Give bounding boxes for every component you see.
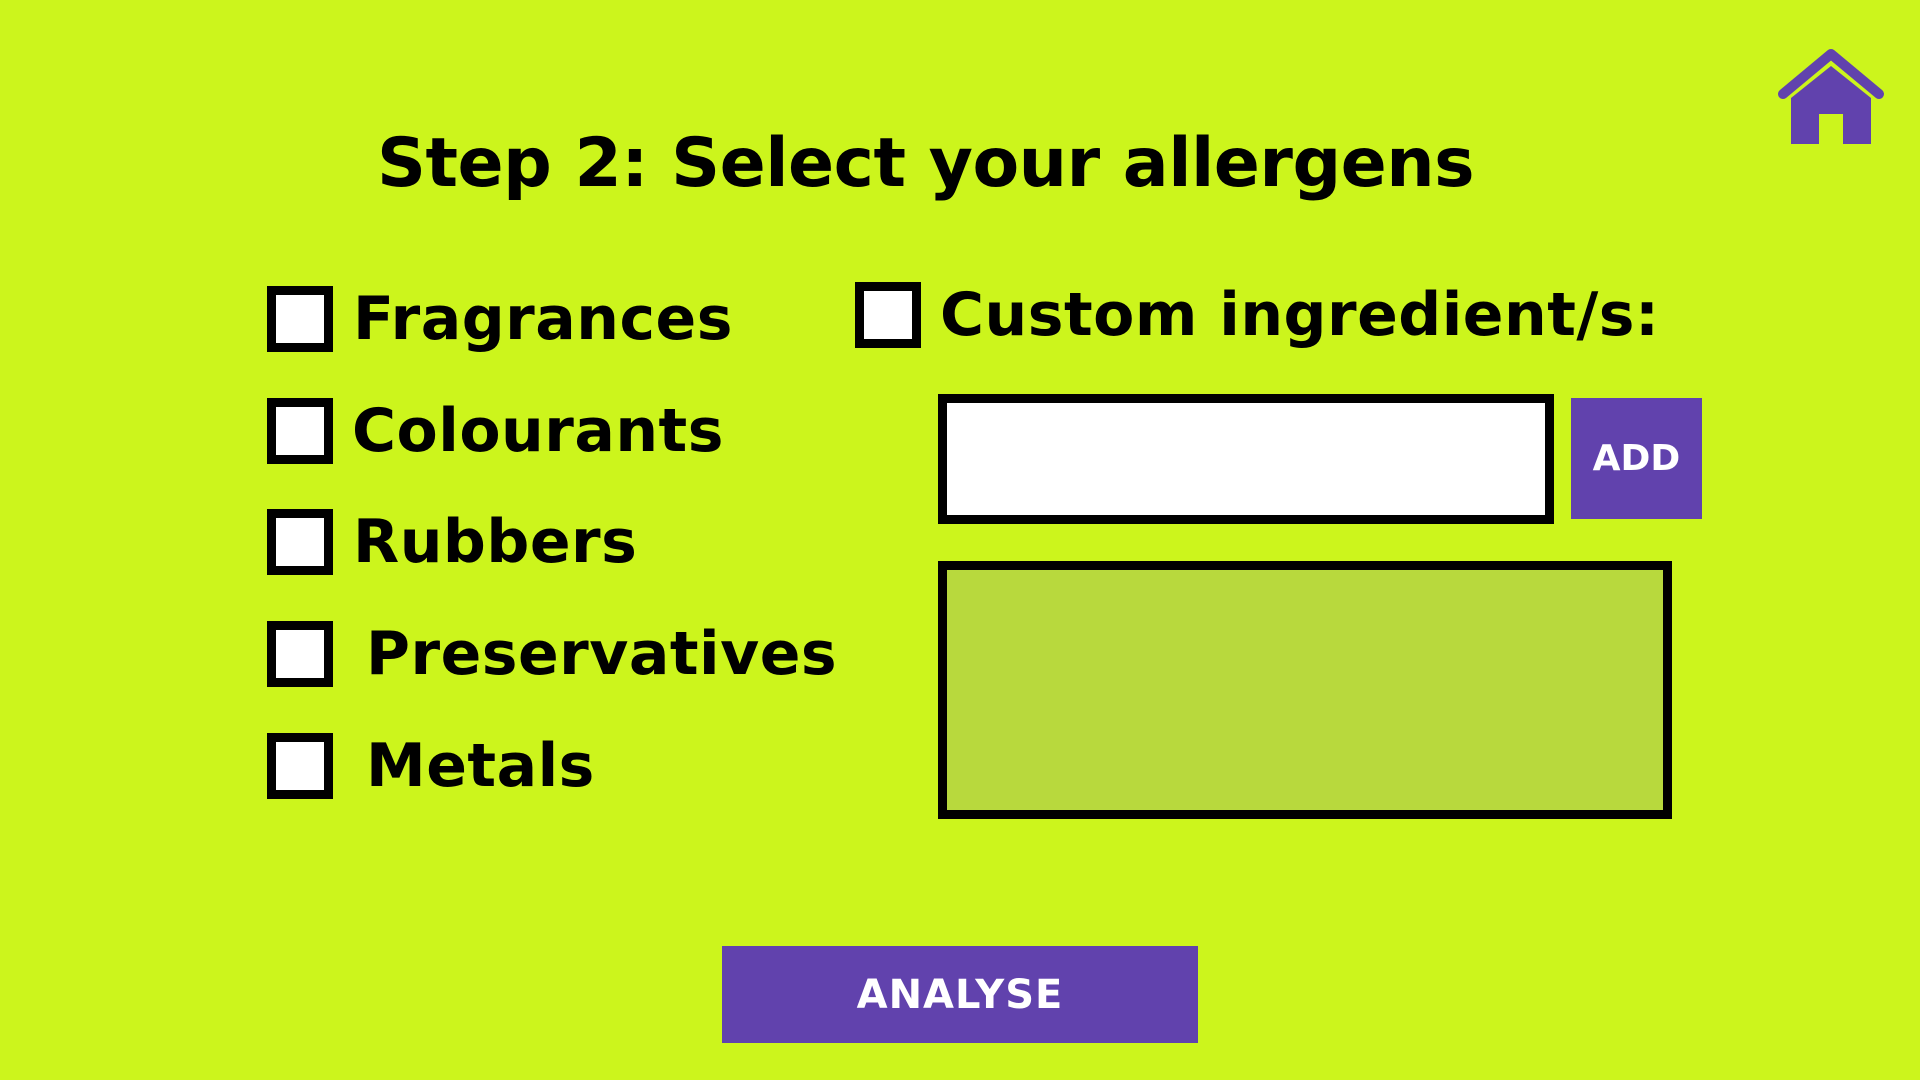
- home-icon: [1778, 49, 1884, 144]
- colourants-checkbox[interactable]: [267, 398, 333, 464]
- custom-ingredient-option[interactable]: Custom ingredient/s:: [855, 282, 1660, 348]
- preservatives-checkbox[interactable]: [267, 621, 333, 687]
- custom-ingredient-checkbox[interactable]: [855, 282, 921, 348]
- allergen-option-colourants[interactable]: Colourants: [267, 398, 724, 464]
- home-button[interactable]: [1777, 48, 1885, 148]
- metals-label: Metals: [366, 731, 595, 801]
- allergen-selection-screen: Step 2: Select your allergens Fragrances…: [0, 0, 1920, 1080]
- allergen-option-metals[interactable]: Metals: [267, 733, 595, 799]
- custom-ingredient-label: Custom ingredient/s:: [940, 280, 1660, 350]
- custom-ingredient-list[interactable]: [938, 561, 1672, 819]
- allergen-option-fragrances[interactable]: Fragrances: [267, 286, 733, 352]
- fragrances-label: Fragrances: [353, 284, 733, 354]
- add-button[interactable]: ADD: [1571, 398, 1702, 519]
- page-title: Step 2: Select your allergens: [377, 124, 1475, 203]
- rubbers-label: Rubbers: [353, 507, 638, 577]
- allergen-option-preservatives[interactable]: Preservatives: [267, 621, 837, 687]
- rubbers-checkbox[interactable]: [267, 509, 333, 575]
- preservatives-label: Preservatives: [366, 619, 838, 689]
- allergen-option-rubbers[interactable]: Rubbers: [267, 509, 637, 575]
- analyse-button[interactable]: ANALYSE: [722, 946, 1198, 1043]
- metals-checkbox[interactable]: [267, 733, 333, 799]
- colourants-label: Colourants: [352, 396, 724, 466]
- fragrances-checkbox[interactable]: [267, 286, 333, 352]
- custom-ingredient-input[interactable]: [938, 394, 1554, 524]
